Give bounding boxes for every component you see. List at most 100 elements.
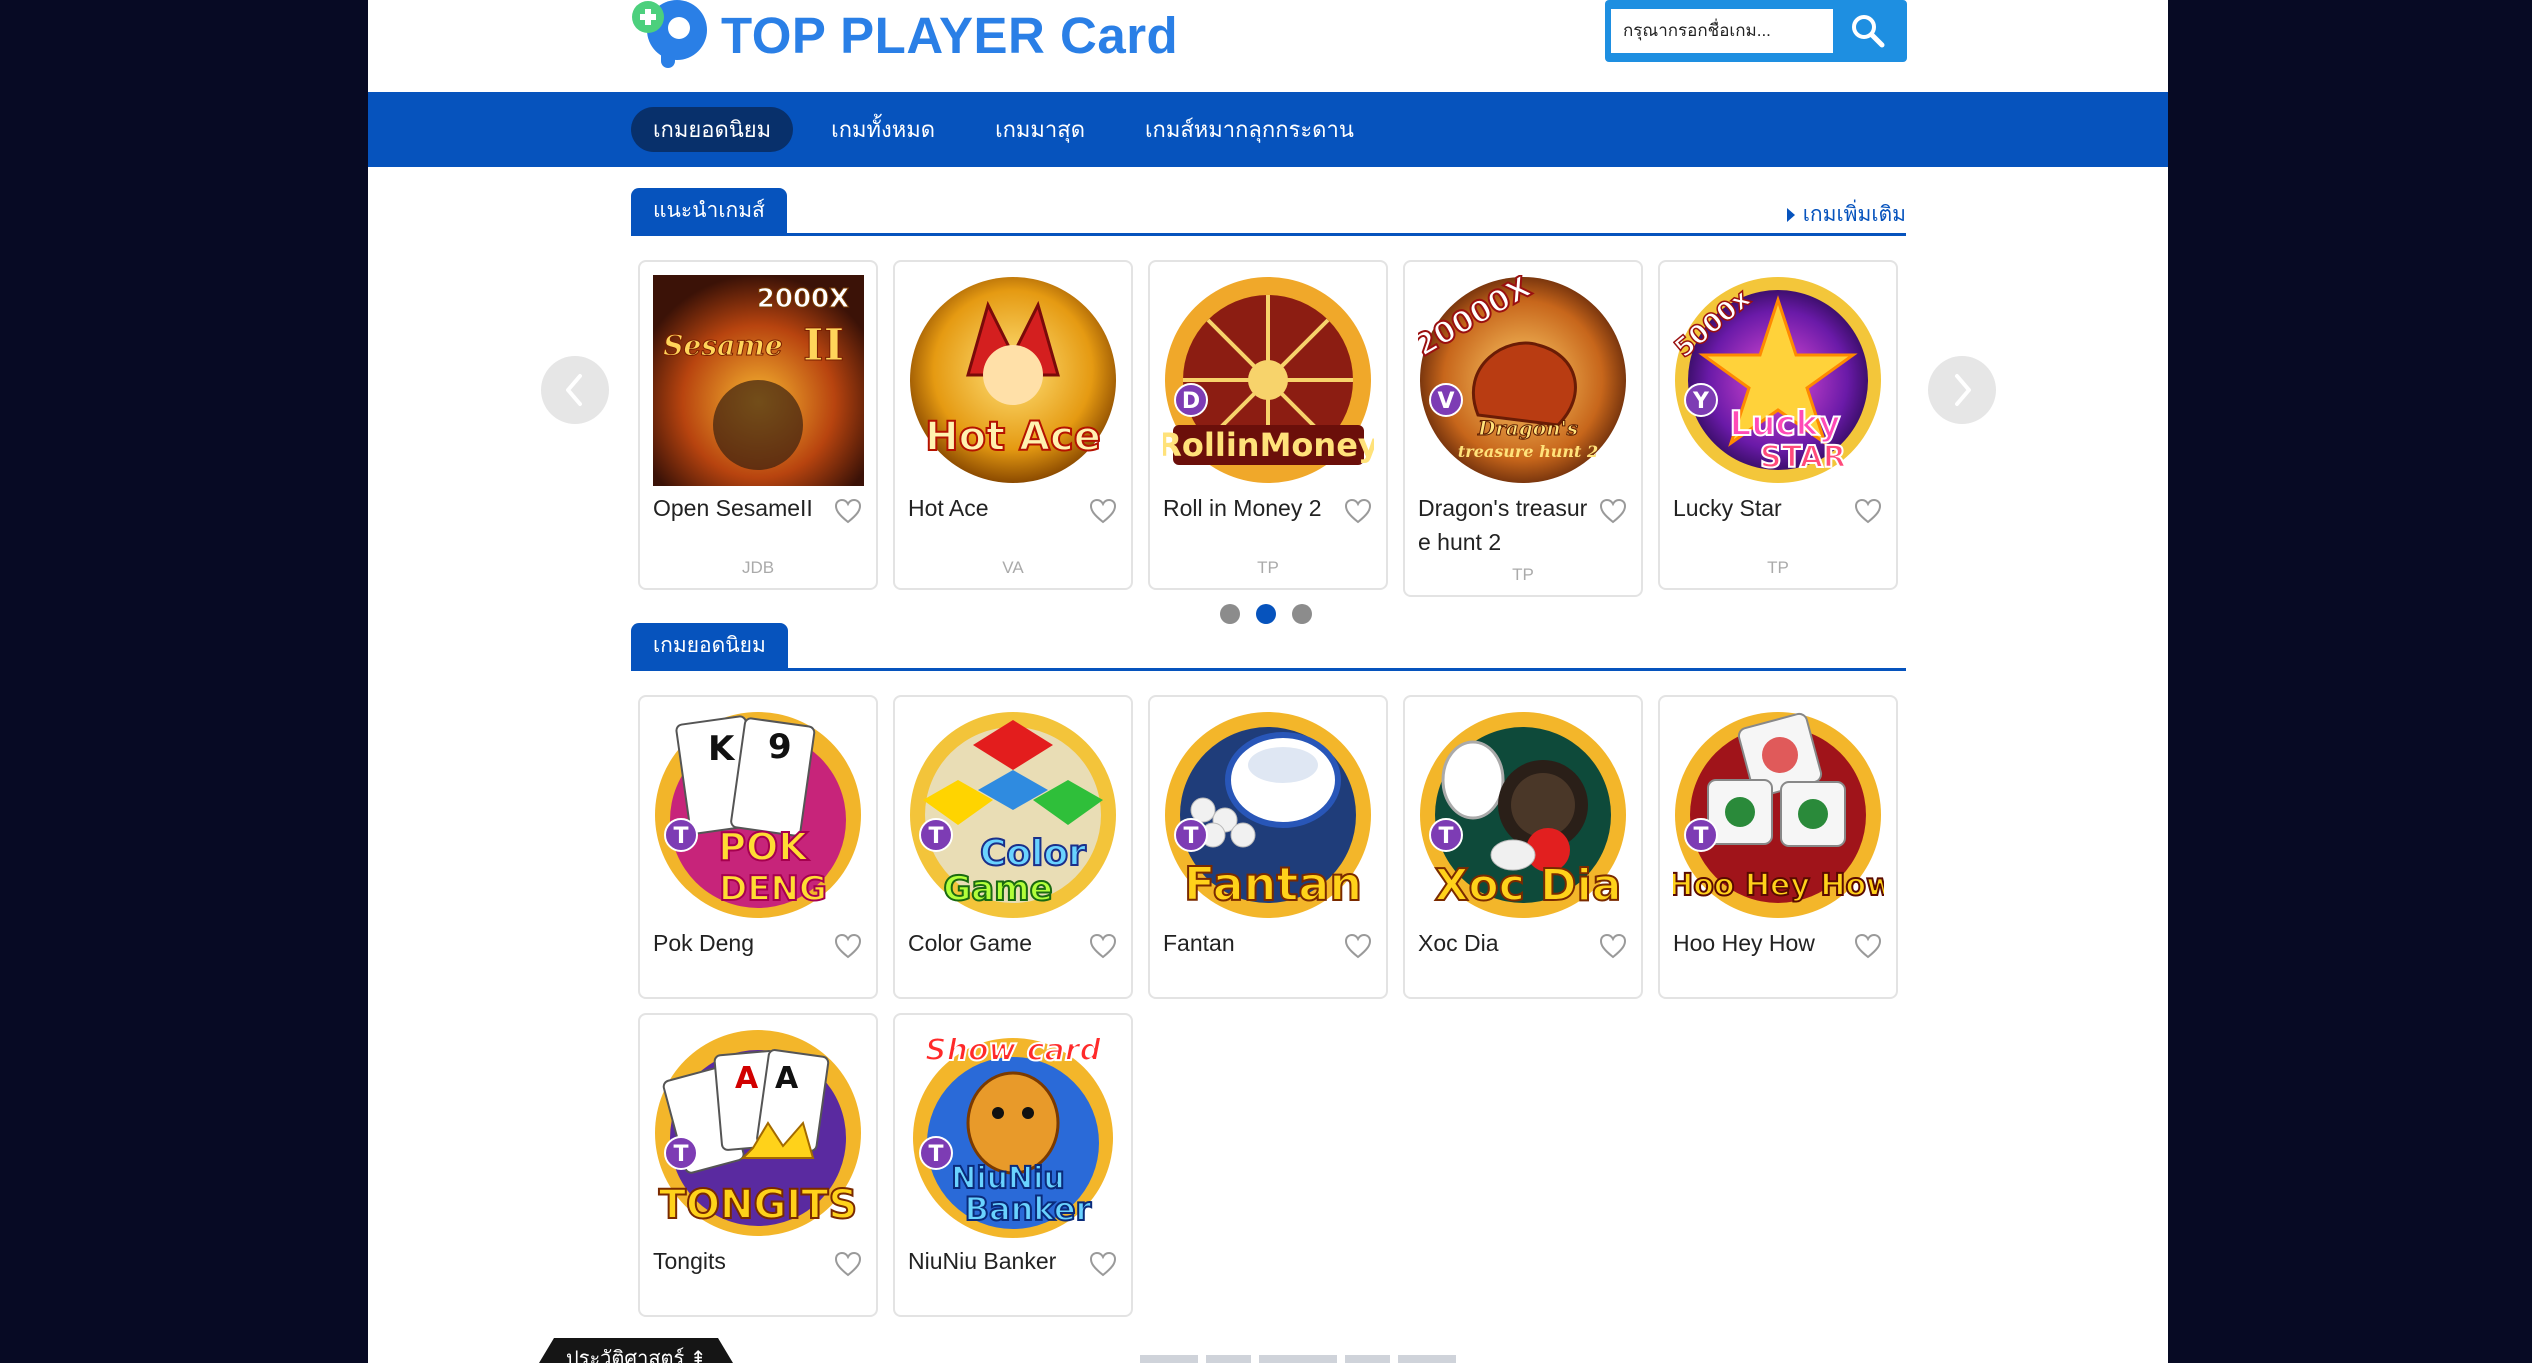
favorite-heart-icon[interactable] — [834, 498, 862, 524]
game-title: Roll in Money 2 — [1163, 495, 1322, 521]
recommended-title: แนะนำเกมส์ — [631, 188, 787, 233]
favorite-heart-icon[interactable] — [834, 933, 862, 959]
game-title: Dragon's treasure hunt 2 — [1418, 495, 1588, 555]
favorite-heart-icon[interactable] — [1344, 498, 1372, 524]
nav-item-all-games[interactable]: เกมทั้งหมด — [809, 107, 957, 152]
nav-item-popular[interactable]: เกมยอดนิยม — [631, 107, 794, 152]
svg-text:2000X: 2000X — [757, 284, 849, 314]
favorite-heart-icon[interactable] — [1599, 933, 1627, 959]
game-thumbnail: D RollinMoney — [1163, 275, 1374, 486]
caret-right-icon — [1786, 207, 1795, 222]
svg-text:Xoc Dia: Xoc Dia — [1435, 860, 1622, 911]
game-card[interactable]: T Color Game Color Game — [893, 695, 1133, 999]
nav-item-new-games[interactable]: เกมมาสุด — [973, 107, 1107, 152]
favorite-heart-icon[interactable] — [1089, 498, 1117, 524]
brand-logo[interactable]: TOP PLAYER Card — [631, 0, 1178, 70]
svg-text:T: T — [1693, 824, 1708, 849]
more-games-link[interactable]: เกมเพิ่มเติม — [1786, 198, 1906, 231]
pagination-item[interactable] — [1140, 1355, 1198, 1363]
pagination-item[interactable] — [1259, 1355, 1337, 1363]
carousel-pagination — [1220, 604, 1328, 624]
svg-text:Y: Y — [1692, 389, 1710, 414]
popular-title: เกมยอดนิยม — [631, 623, 788, 668]
recommended-section-header: แนะนำเกมส์ เกมเพิ่มเติม — [631, 188, 1906, 236]
svg-text:T: T — [673, 824, 688, 849]
game-title: Pok Deng — [653, 930, 755, 956]
chevron-right-icon — [1955, 374, 1971, 406]
game-card[interactable]: D RollinMoney Roll in Money 2 TP — [1148, 260, 1388, 590]
game-thumbnail: T Hoo Hey How — [1673, 710, 1884, 921]
game-card[interactable]: K 9 T POK DENG Pok Deng — [638, 695, 878, 999]
svg-text:POK: POK — [718, 825, 809, 869]
history-tab[interactable]: ประวัติศาสตร์ ⇞ — [536, 1338, 736, 1363]
search-icon — [1852, 15, 1885, 48]
carousel-dot-3[interactable] — [1292, 604, 1312, 624]
favorite-heart-icon[interactable] — [1089, 1251, 1117, 1277]
pagination-item[interactable] — [1345, 1355, 1390, 1363]
favorite-heart-icon[interactable] — [834, 1251, 862, 1277]
game-card[interactable]: 5000x Y Lucky STAR Lucky Star TP — [1658, 260, 1898, 590]
page: TOP PLAYER Card เกมยอดนิยม เกมทั้งหมด เก… — [368, 0, 2168, 1363]
svg-text:Game: Game — [943, 869, 1052, 909]
game-card[interactable]: Show card T NiuNiu Banker NiuNiu Banker — [893, 1013, 1133, 1317]
game-thumbnail: K 9 T POK DENG — [653, 710, 864, 921]
game-provider: TP — [1512, 565, 1534, 584]
svg-text:treasure hunt 2: treasure hunt 2 — [1458, 442, 1598, 461]
svg-text:Hoo Hey How: Hoo Hey How — [1673, 868, 1884, 903]
svg-text:A: A — [775, 1061, 799, 1096]
favorite-heart-icon[interactable] — [1599, 498, 1627, 524]
game-title: Fantan — [1163, 930, 1235, 956]
svg-text:Lucky: Lucky — [1730, 404, 1841, 444]
game-card[interactable]: 2000X Sesame II Open SesameII JDB — [638, 260, 878, 590]
popular-section-header: เกมยอดนิยม — [631, 623, 1906, 671]
pagination-item[interactable] — [1206, 1355, 1251, 1363]
svg-text:Sesame: Sesame — [663, 329, 782, 362]
game-title: Open SesameII — [653, 495, 813, 521]
nav-item-board-games[interactable]: เกมส์หมากลุกกระดาน — [1123, 107, 1376, 152]
game-provider: TP — [1767, 558, 1789, 577]
game-card[interactable]: A A T TONGITS Tongits — [638, 1013, 878, 1317]
svg-text:V: V — [1437, 389, 1454, 414]
game-card[interactable]: T Xoc Dia Xoc Dia — [1403, 695, 1643, 999]
search-input[interactable] — [1609, 7, 1835, 55]
svg-text:9: 9 — [768, 727, 792, 767]
svg-text:STAR: STAR — [1760, 440, 1846, 475]
search-button[interactable] — [1835, 4, 1901, 58]
game-provider: VA — [1002, 558, 1024, 577]
svg-text:T: T — [673, 1142, 688, 1167]
carousel-prev-button[interactable] — [541, 356, 609, 424]
pagination-item[interactable] — [1398, 1355, 1456, 1363]
game-title: Lucky Star — [1673, 495, 1782, 521]
game-card[interactable]: Hot Ace Hot Ace VA — [893, 260, 1133, 590]
favorite-heart-icon[interactable] — [1344, 933, 1372, 959]
brand-name: TOP PLAYER Card — [721, 6, 1179, 64]
favorite-heart-icon[interactable] — [1089, 933, 1117, 959]
favorite-heart-icon[interactable] — [1854, 498, 1882, 524]
game-thumbnail: T Xoc Dia — [1418, 710, 1629, 921]
svg-text:Fantan: Fantan — [1184, 857, 1362, 911]
game-provider: TP — [1257, 558, 1279, 577]
svg-text:T: T — [928, 1142, 943, 1167]
game-thumbnail: Hot Ace — [908, 275, 1119, 486]
main-nav: เกมยอดนิยม เกมทั้งหมด เกมมาสุด เกมส์หมาก… — [368, 92, 2168, 167]
more-games-label: เกมเพิ่มเติม — [1802, 203, 1906, 226]
favorite-heart-icon[interactable] — [1854, 933, 1882, 959]
svg-text:DENG: DENG — [719, 869, 827, 909]
game-thumbnail: A A T TONGITS — [653, 1028, 864, 1239]
game-thumbnail: 20000X V Dragon's treasure hunt 2 — [1418, 275, 1629, 486]
carousel-dot-1[interactable] — [1220, 604, 1240, 624]
svg-text:Hot Ace: Hot Ace — [925, 414, 1101, 460]
game-card[interactable]: T Hoo Hey How Hoo Hey How — [1658, 695, 1898, 999]
svg-text:II: II — [803, 320, 844, 371]
game-title: Color Game — [908, 930, 1032, 956]
carousel-dot-2[interactable] — [1256, 604, 1276, 624]
game-thumbnail: T Fantan — [1163, 710, 1374, 921]
game-thumbnail: T Color Game — [908, 710, 1119, 921]
carousel-next-button[interactable] — [1928, 356, 1996, 424]
svg-text:Dragon's: Dragon's — [1477, 416, 1578, 440]
game-thumbnail: 5000x Y Lucky STAR — [1673, 275, 1884, 486]
svg-text:K: K — [708, 729, 736, 769]
game-card[interactable]: T Fantan Fantan — [1148, 695, 1388, 999]
game-card[interactable]: 20000X V Dragon's treasure hunt 2 Dragon… — [1403, 260, 1643, 597]
game-title: Xoc Dia — [1418, 930, 1499, 956]
